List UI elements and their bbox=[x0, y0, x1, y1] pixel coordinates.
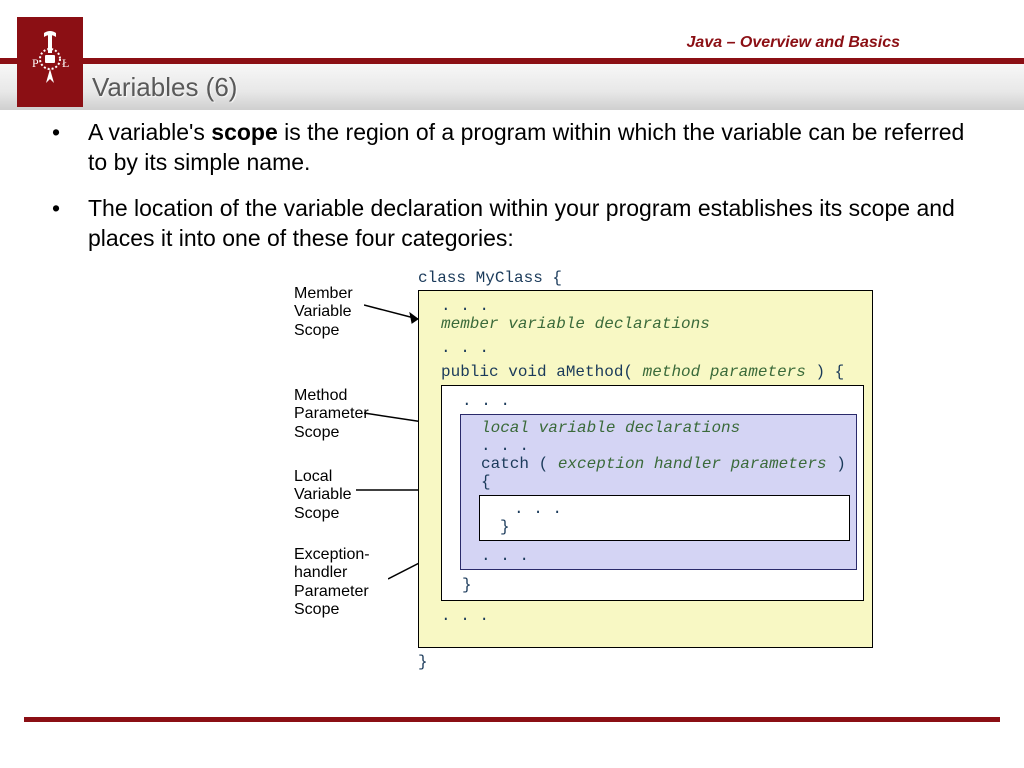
code-brace-catch: } bbox=[480, 518, 849, 536]
code-class-open: class MyClass { bbox=[418, 269, 562, 287]
code-local-decl: local variable declarations bbox=[461, 415, 856, 437]
code-method-b: method parameters bbox=[643, 363, 806, 381]
scope-diagram: MemberVariableScope MethodParameterScope… bbox=[294, 269, 878, 671]
bullet-list: A variable's scope is the region of a pr… bbox=[38, 118, 986, 254]
code-member-decl: member variable declarations bbox=[419, 315, 872, 333]
code-method-sig: public void aMethod( method parameters )… bbox=[419, 357, 872, 381]
slide-header: Java – Overview and Basics P Ł Variables… bbox=[0, 0, 1024, 110]
footer-rule bbox=[24, 717, 1000, 722]
bullet-1-bold: scope bbox=[211, 119, 277, 145]
institution-logo: P Ł bbox=[17, 17, 83, 107]
code-method-a: public void aMethod( bbox=[441, 363, 643, 381]
scope-box-method: . . . local variable declarations . . . … bbox=[441, 385, 864, 601]
code-dots-5: . . . bbox=[480, 500, 849, 518]
code-class-close: } bbox=[418, 653, 428, 671]
bullet-1-text-a: A variable's bbox=[88, 119, 211, 145]
code-method-c: ) { bbox=[806, 363, 844, 381]
scope-box-class: . . . member variable declarations . . .… bbox=[418, 290, 873, 648]
course-title: Java – Overview and Basics bbox=[687, 34, 900, 52]
code-catch-b: exception handler parameters bbox=[558, 455, 827, 473]
slide-title: Variables (6) bbox=[92, 72, 237, 103]
bullet-2-text: The location of the variable declaration… bbox=[88, 195, 955, 251]
code-catch: catch ( exception handler parameters ) { bbox=[461, 455, 856, 491]
svg-text:P: P bbox=[32, 56, 39, 70]
code-dots-7: . . . bbox=[419, 601, 872, 625]
code-dots-2: . . . bbox=[419, 333, 872, 357]
code-dots-1: . . . bbox=[419, 291, 872, 315]
code-brace-method: } bbox=[442, 576, 863, 600]
code-dots-4: . . . bbox=[461, 437, 856, 455]
code-dots-6: . . . bbox=[461, 547, 856, 565]
scope-box-exception: . . . } bbox=[479, 495, 850, 541]
bullet-1: A variable's scope is the region of a pr… bbox=[38, 118, 986, 178]
code-catch-a: catch ( bbox=[481, 455, 558, 473]
bullet-2: The location of the variable declaration… bbox=[38, 194, 986, 254]
slide-content: A variable's scope is the region of a pr… bbox=[38, 118, 986, 270]
code-dots-3: . . . bbox=[442, 386, 863, 410]
scope-box-local: local variable declarations . . . catch … bbox=[460, 414, 857, 570]
svg-text:Ł: Ł bbox=[62, 56, 69, 70]
